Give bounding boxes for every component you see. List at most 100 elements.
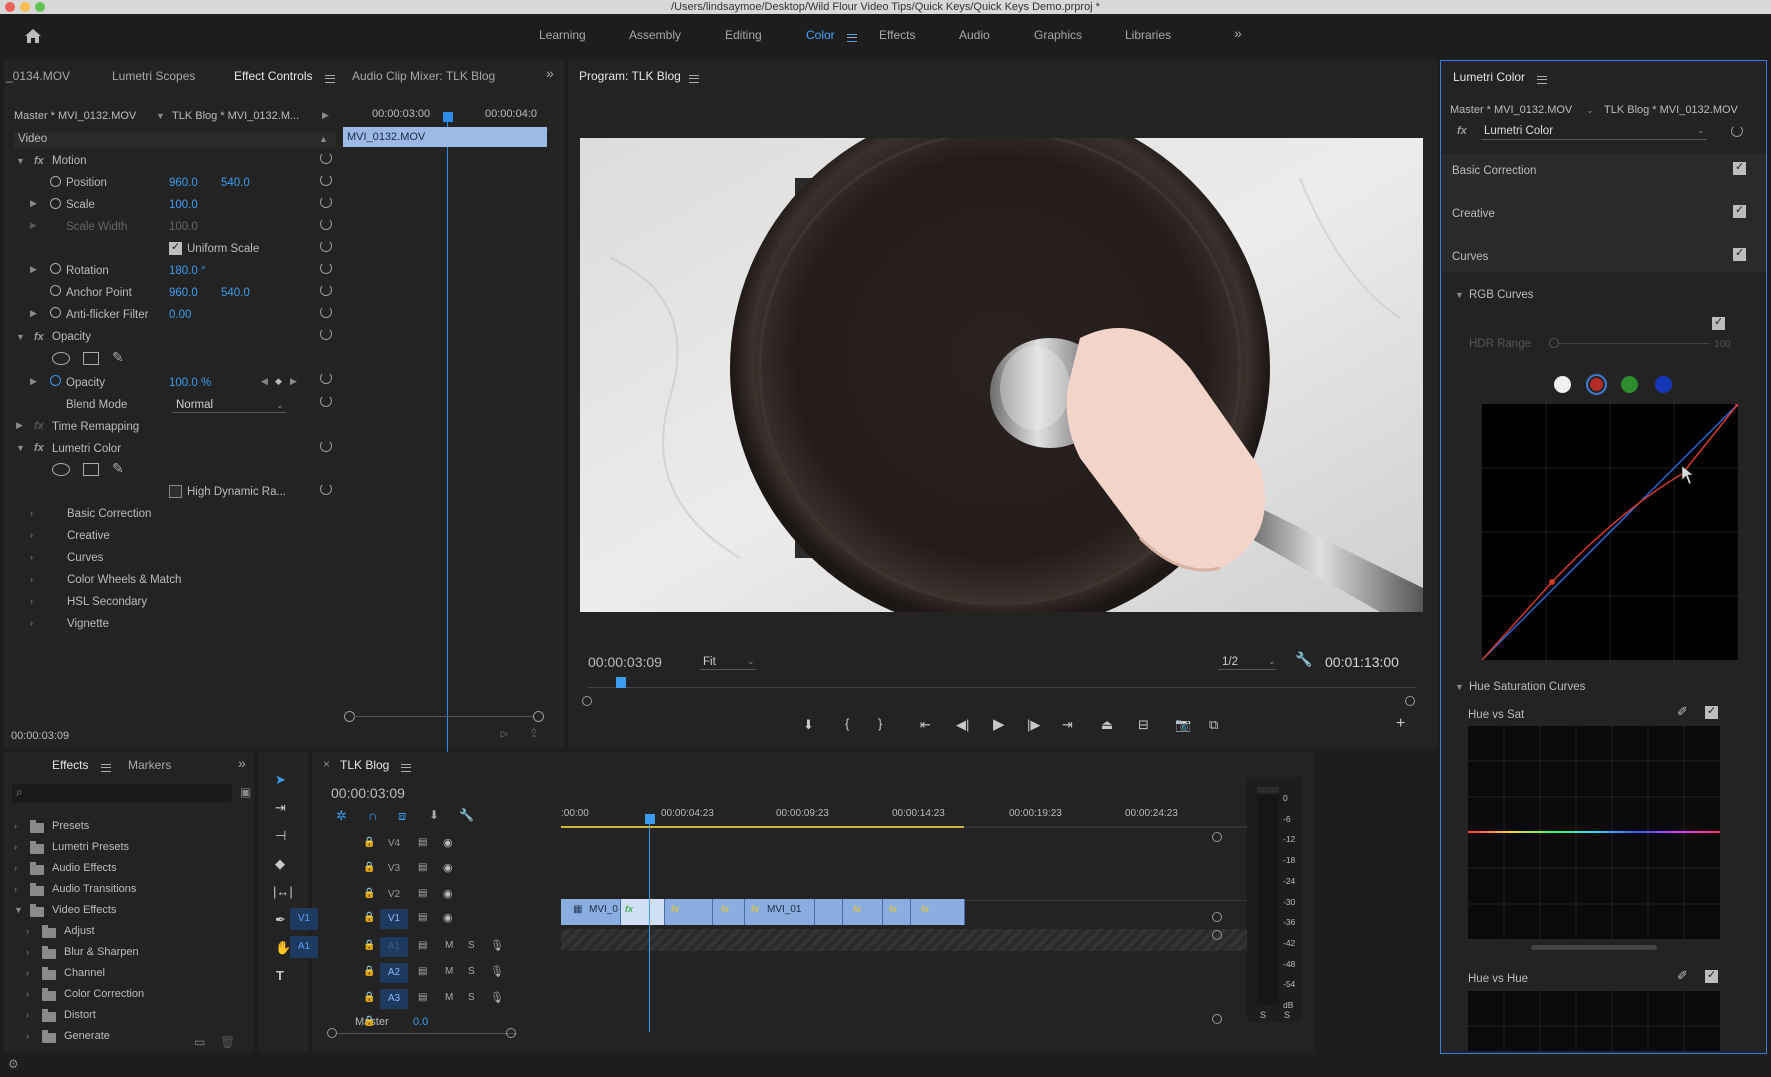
close-window-button[interactable]	[5, 2, 15, 12]
reset-icon[interactable]	[320, 218, 332, 230]
mute-button[interactable]: M	[445, 966, 453, 977]
source-patch-a1[interactable]: A1	[290, 936, 318, 958]
anchor-y-value[interactable]: 540.0	[221, 287, 250, 299]
zoom-handle-right[interactable]	[1405, 696, 1415, 706]
expand-icon[interactable]: ›	[26, 1031, 29, 1041]
sequence-clip-label[interactable]: TLK Blog * MVI_0132.M...	[172, 110, 299, 122]
sync-lock-icon[interactable]: ▤	[418, 888, 427, 899]
home-icon[interactable]	[24, 28, 42, 44]
add-marker-icon[interactable]: ⬇	[803, 717, 814, 733]
expand-icon[interactable]: ›	[26, 968, 29, 978]
effects-tree-item[interactable]: Distort	[64, 1009, 96, 1021]
video-frame[interactable]	[580, 138, 1423, 612]
solo-button[interactable]: S	[468, 940, 475, 951]
hue-vs-hue-checkbox[interactable]	[1705, 968, 1718, 983]
chevron-down-icon[interactable]: ⌄	[747, 656, 755, 667]
eye-icon[interactable]: ◉	[443, 911, 453, 924]
play-only-icon[interactable]: ▶	[322, 110, 329, 121]
white-channel-button[interactable]	[1554, 376, 1571, 393]
effects-tree-item[interactable]: Adjust	[64, 925, 95, 937]
zoom-window-button[interactable]	[35, 2, 45, 12]
creative-checkbox[interactable]	[1733, 203, 1746, 218]
lumetri-sub-curves[interactable]: Curves	[67, 552, 103, 564]
solo-left-button[interactable]: S	[1260, 1010, 1266, 1020]
position-y-value[interactable]: 540.0	[221, 177, 250, 189]
timeline-timecode[interactable]: 00:00:03:09	[331, 785, 405, 801]
hdr-range-slider[interactable]	[1549, 338, 1559, 348]
chevron-down-icon[interactable]: ⌄	[1586, 105, 1594, 116]
zoom-handle-right[interactable]	[506, 1028, 516, 1038]
razor-tool-icon[interactable]: ◆	[275, 856, 285, 872]
lumetri-section-creative[interactable]: Creative	[1452, 208, 1495, 220]
track-target-v2[interactable]: V2	[380, 885, 408, 905]
lumetri-sub-vignette[interactable]: Vignette	[67, 618, 109, 630]
effects-tree-item[interactable]: Blur & Sharpen	[64, 946, 139, 958]
workspace-audio[interactable]: Audio	[959, 28, 990, 42]
reset-icon[interactable]	[320, 372, 332, 384]
panel-menu-icon[interactable]	[1537, 76, 1547, 85]
track-target-v4[interactable]: V4	[380, 834, 408, 854]
effects-tree-item[interactable]: Presets	[52, 820, 89, 832]
stopwatch-icon[interactable]	[50, 375, 61, 386]
red-channel-button[interactable]	[1586, 374, 1607, 395]
timeline-title[interactable]: TLK Blog	[340, 758, 389, 772]
linked-selection-icon[interactable]: ⧈	[398, 808, 406, 824]
eye-icon[interactable]: ◉	[443, 836, 453, 849]
master-volume-value[interactable]: 0.0	[413, 1016, 428, 1028]
stopwatch-icon[interactable]	[50, 176, 61, 187]
effects-tree-item[interactable]: Channel	[64, 967, 105, 979]
audio-track-a1[interactable]	[561, 929, 1277, 951]
scale-value[interactable]: 100.0	[169, 199, 198, 211]
solo-button[interactable]: S	[468, 992, 475, 1003]
reset-icon[interactable]	[1731, 125, 1743, 137]
expand-icon[interactable]: ›	[26, 989, 29, 999]
clip[interactable]: fx MVI_01	[745, 899, 815, 925]
expand-icon[interactable]: ›	[14, 842, 17, 852]
lock-icon[interactable]: 🔒	[363, 940, 375, 951]
tab-lumetri-scopes[interactable]: Lumetri Scopes	[112, 69, 195, 83]
clip[interactable]: fx	[665, 899, 713, 925]
snap-icon[interactable]: ∩	[368, 808, 377, 823]
expand-icon[interactable]: ›	[30, 596, 33, 606]
mute-button[interactable]: M	[445, 992, 453, 1003]
opacity-value[interactable]: 100.0 %	[169, 377, 211, 389]
scroll-handle[interactable]	[1212, 930, 1222, 940]
fx-badge-icon[interactable]: fx	[34, 331, 44, 343]
hue-vs-sat-scrollbar[interactable]	[1531, 945, 1657, 950]
expand-motion-icon[interactable]: ▼	[16, 156, 25, 166]
panel-menu-icon[interactable]	[689, 75, 699, 84]
tab-source[interactable]: _0134.MOV	[6, 69, 70, 83]
ellipse-mask-icon[interactable]	[52, 352, 70, 365]
blue-channel-button[interactable]	[1655, 376, 1672, 393]
mini-clip-bar[interactable]: MVI_0132.MOV	[343, 127, 547, 147]
tab-audio-clip-mixer[interactable]: Audio Clip Mixer: TLK Blog	[352, 69, 495, 83]
sync-lock-icon[interactable]: ▤	[418, 862, 427, 873]
extract-icon[interactable]: ⊟	[1138, 717, 1149, 733]
program-title[interactable]: Program: TLK Blog	[579, 69, 681, 83]
scroll-up-icon[interactable]: ▲	[319, 134, 328, 144]
antiflicker-value[interactable]: 0.00	[169, 309, 191, 321]
zoom-handle-left[interactable]	[327, 1028, 337, 1038]
pen-mask-icon[interactable]: ✎	[112, 460, 124, 477]
reset-icon[interactable]	[320, 395, 332, 407]
add-marker-icon[interactable]: ⬇	[429, 808, 439, 822]
rectangle-mask-icon[interactable]	[83, 352, 99, 365]
stopwatch-icon[interactable]	[50, 263, 61, 274]
reset-icon[interactable]	[320, 262, 332, 274]
track-target-a2[interactable]: A2	[380, 963, 408, 983]
hue-vs-hue-graph[interactable]	[1468, 991, 1720, 1051]
track-target-a1[interactable]: A1	[380, 937, 408, 957]
lift-icon[interactable]: ⏏	[1101, 717, 1113, 733]
sync-lock-icon[interactable]: ▤	[418, 912, 427, 923]
lock-icon[interactable]: 🔒	[363, 888, 375, 899]
anchor-x-value[interactable]: 960.0	[169, 287, 198, 299]
comparison-view-icon[interactable]: ⧉	[1209, 717, 1218, 733]
effects-tree-item[interactable]: Color Correction	[64, 988, 144, 1000]
basic-correction-checkbox[interactable]	[1733, 160, 1746, 175]
expand-icon[interactable]: ›	[30, 574, 33, 584]
type-tool-icon[interactable]: T	[276, 968, 284, 983]
chevron-down-icon[interactable]: ▼	[156, 111, 165, 121]
workspace-menu-icon[interactable]	[847, 34, 857, 43]
resolution-select[interactable]: 1/2	[1222, 656, 1238, 668]
expand-icon[interactable]: ›	[30, 552, 33, 562]
